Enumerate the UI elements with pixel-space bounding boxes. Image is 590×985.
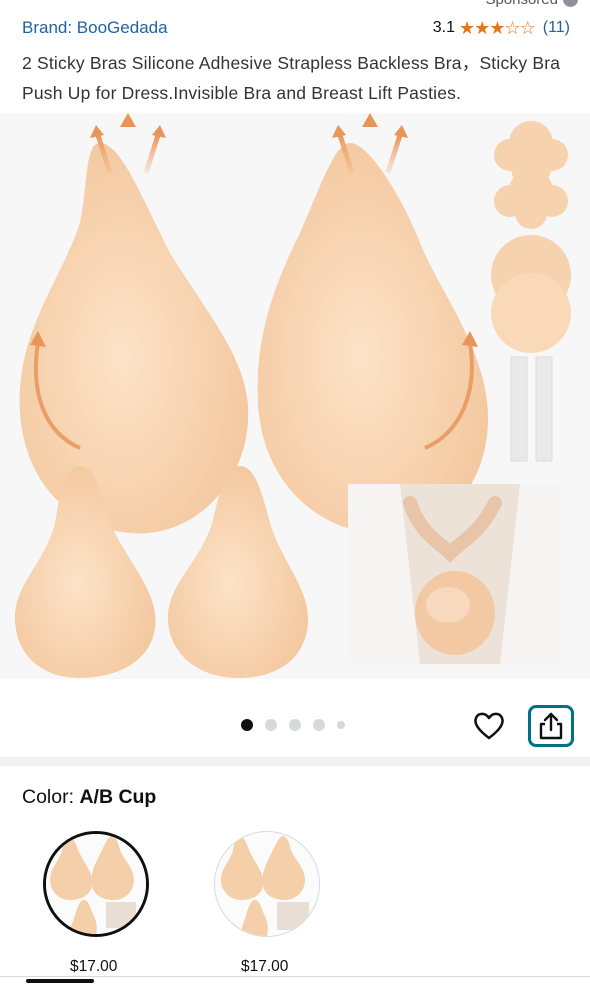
rating-value: 3.1 bbox=[432, 19, 456, 36]
star-empty-icon: ☆ bbox=[504, 17, 520, 38]
swatch-thumbnail bbox=[215, 832, 319, 936]
product-image-gallery[interactable] bbox=[0, 113, 590, 679]
large-cup-right bbox=[257, 113, 489, 533]
color-swatch[interactable] bbox=[214, 831, 320, 937]
carousel-dot[interactable] bbox=[265, 719, 277, 731]
star-empty-icon: ☆ bbox=[519, 17, 536, 38]
heart-icon bbox=[474, 712, 504, 740]
swatch-price: $17.00 bbox=[70, 958, 118, 975]
carousel-dots[interactable] bbox=[241, 719, 345, 731]
share-icon bbox=[539, 712, 563, 740]
gallery-controls bbox=[0, 700, 590, 750]
color-swatch-selected[interactable] bbox=[43, 831, 149, 937]
swatch-thumbnail bbox=[46, 834, 146, 934]
add-to-wishlist-button[interactable] bbox=[471, 708, 507, 744]
swatch-price: $17.00 bbox=[241, 958, 289, 975]
carousel-dot[interactable] bbox=[337, 721, 345, 729]
color-selection-label: Color: A/B Cup bbox=[22, 786, 156, 809]
sponsored-label[interactable]: Sponsored bbox=[485, 0, 578, 8]
brand-rating-row: Brand: BooGedada 3.1 ★ ★ ★ ☆ ☆ (11) bbox=[22, 16, 570, 40]
carousel-dot[interactable] bbox=[313, 719, 325, 731]
star-full-icon: ★ bbox=[489, 17, 505, 38]
info-icon bbox=[563, 0, 578, 7]
adhesive-strips bbox=[510, 356, 553, 462]
color-label: Color: bbox=[22, 786, 80, 808]
bottom-divider bbox=[0, 976, 590, 977]
carousel-dot[interactable] bbox=[289, 719, 301, 731]
rating-summary[interactable]: 3.1 ★ ★ ★ ☆ ☆ (11) bbox=[433, 18, 570, 39]
brand-link[interactable]: Brand: BooGedada bbox=[22, 18, 168, 38]
product-image bbox=[15, 113, 571, 678]
large-cup-left bbox=[19, 113, 249, 534]
review-count-link[interactable]: (11) bbox=[543, 19, 570, 37]
round-pasties bbox=[491, 235, 571, 353]
star-full-icon: ★ bbox=[474, 17, 490, 38]
selected-color-value: A/B Cup bbox=[79, 786, 157, 808]
sponsored-text: Sponsored bbox=[485, 0, 558, 8]
flower-pasties bbox=[494, 121, 568, 229]
model-photo bbox=[348, 484, 562, 664]
section-divider bbox=[0, 757, 590, 766]
product-title: 2 Sticky Bras Silicone Adhesive Straples… bbox=[22, 53, 561, 103]
home-indicator bbox=[26, 979, 94, 983]
carousel-dot-active[interactable] bbox=[241, 719, 253, 731]
share-button[interactable] bbox=[528, 705, 574, 747]
star-rating: ★ ★ ★ ☆ ☆ bbox=[459, 17, 536, 39]
star-full-icon: ★ bbox=[459, 17, 475, 38]
